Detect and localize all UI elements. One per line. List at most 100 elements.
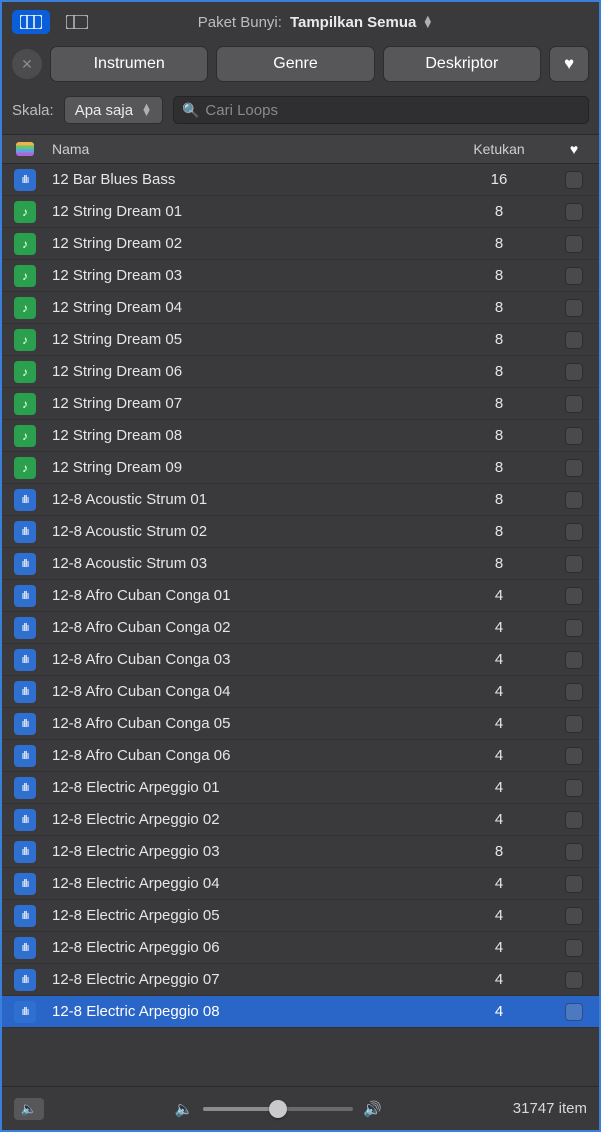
table-row[interactable]: ıllı12-8 Electric Arpeggio 044 xyxy=(2,868,599,900)
favorite-checkbox[interactable] xyxy=(565,1003,583,1021)
table-row[interactable]: ıllı12 Bar Blues Bass16 xyxy=(2,164,599,196)
table-row[interactable]: ıllı12-8 Afro Cuban Conga 044 xyxy=(2,676,599,708)
favorite-checkbox[interactable] xyxy=(565,907,583,925)
type-filter-header[interactable] xyxy=(2,142,48,156)
audio-loop-icon: ıllı xyxy=(14,841,36,863)
table-row[interactable]: ıllı12-8 Electric Arpeggio 074 xyxy=(2,964,599,996)
scale-select[interactable]: Apa saja ▲▼ xyxy=(64,96,163,124)
audio-loop-icon: ıllı xyxy=(14,521,36,543)
favorite-checkbox[interactable] xyxy=(565,427,583,445)
column-name-header[interactable]: Nama xyxy=(48,141,449,157)
column-beats-header[interactable]: Ketukan xyxy=(449,141,549,157)
row-favorite-cell xyxy=(549,363,599,381)
chevron-updown-icon: ▲▼ xyxy=(422,16,433,28)
table-row[interactable]: ıllı12-8 Afro Cuban Conga 064 xyxy=(2,740,599,772)
row-beats-cell: 4 xyxy=(449,651,549,668)
favorite-checkbox[interactable] xyxy=(565,523,583,541)
table-row[interactable]: ıllı12-8 Electric Arpeggio 084 xyxy=(2,996,599,1028)
favorite-checkbox[interactable] xyxy=(565,267,583,285)
favorite-checkbox[interactable] xyxy=(565,299,583,317)
row-favorite-cell xyxy=(549,203,599,221)
table-row[interactable]: ♪12 String Dream 098 xyxy=(2,452,599,484)
favorite-checkbox[interactable] xyxy=(565,395,583,413)
favorite-checkbox[interactable] xyxy=(565,171,583,189)
view-grid-button[interactable] xyxy=(58,10,96,34)
table-row[interactable]: ıllı12-8 Electric Arpeggio 024 xyxy=(2,804,599,836)
table-row[interactable]: ıllı12-8 Afro Cuban Conga 014 xyxy=(2,580,599,612)
midi-loop-icon: ♪ xyxy=(14,425,36,447)
table-row[interactable]: ıllı12-8 Afro Cuban Conga 054 xyxy=(2,708,599,740)
favorite-checkbox[interactable] xyxy=(565,491,583,509)
favorite-checkbox[interactable] xyxy=(565,235,583,253)
favorite-checkbox[interactable] xyxy=(565,779,583,797)
audio-loop-icon: ıllı xyxy=(14,553,36,575)
filter-favorites-button[interactable]: ♥ xyxy=(549,46,589,82)
table-row[interactable]: ♪12 String Dream 028 xyxy=(2,228,599,260)
audio-loop-icon: ıllı xyxy=(14,649,36,671)
clear-filters-button[interactable]: ✕ xyxy=(12,49,42,79)
row-favorite-cell xyxy=(549,619,599,637)
filter-instruments-button[interactable]: Instrumen xyxy=(50,46,208,82)
table-row[interactable]: ♪12 String Dream 038 xyxy=(2,260,599,292)
filter-descriptor-button[interactable]: Deskriptor xyxy=(383,46,541,82)
favorite-checkbox[interactable] xyxy=(565,331,583,349)
row-type-cell: ıllı xyxy=(2,521,48,543)
volume-slider-thumb[interactable] xyxy=(269,1100,287,1118)
row-favorite-cell xyxy=(549,235,599,253)
view-column-button[interactable] xyxy=(12,10,50,34)
table-row[interactable]: ıllı12-8 Afro Cuban Conga 024 xyxy=(2,612,599,644)
favorite-checkbox[interactable] xyxy=(565,203,583,221)
row-name-cell: 12-8 Afro Cuban Conga 03 xyxy=(48,651,449,668)
favorite-checkbox[interactable] xyxy=(565,875,583,893)
row-name-cell: 12 Bar Blues Bass xyxy=(48,171,449,188)
table-row[interactable]: ♪12 String Dream 058 xyxy=(2,324,599,356)
table-row[interactable]: ıllı12-8 Electric Arpeggio 064 xyxy=(2,932,599,964)
table-row[interactable]: ıllı12-8 Electric Arpeggio 014 xyxy=(2,772,599,804)
favorite-checkbox[interactable] xyxy=(565,619,583,637)
search-input[interactable] xyxy=(205,102,580,119)
table-row[interactable]: ♪12 String Dream 068 xyxy=(2,356,599,388)
row-favorite-cell xyxy=(549,587,599,605)
table-row[interactable]: ıllı12-8 Electric Arpeggio 038 xyxy=(2,836,599,868)
loop-type-stripes-icon xyxy=(16,142,34,156)
favorite-checkbox[interactable] xyxy=(565,651,583,669)
table-row[interactable]: ıllı12-8 Acoustic Strum 018 xyxy=(2,484,599,516)
favorite-checkbox[interactable] xyxy=(565,683,583,701)
item-count: 31747 item xyxy=(513,1100,587,1117)
row-beats-cell: 4 xyxy=(449,907,549,924)
row-beats-cell: 8 xyxy=(449,491,549,508)
row-name-cell: 12 String Dream 01 xyxy=(48,203,449,220)
search-box[interactable]: 🔍 xyxy=(173,96,589,124)
table-row[interactable]: ♪12 String Dream 078 xyxy=(2,388,599,420)
volume-slider[interactable] xyxy=(203,1107,353,1111)
row-favorite-cell xyxy=(549,267,599,285)
table-row[interactable]: ıllı12-8 Acoustic Strum 028 xyxy=(2,516,599,548)
table-row[interactable]: ıllı 12-8 Afro Cuban Conga 034 xyxy=(2,644,599,676)
table-row[interactable]: ♪12 String Dream 018 xyxy=(2,196,599,228)
favorite-checkbox[interactable] xyxy=(565,363,583,381)
row-beats-cell: 8 xyxy=(449,235,549,252)
table-row[interactable]: ♪12 String Dream 048 xyxy=(2,292,599,324)
favorite-checkbox[interactable] xyxy=(565,747,583,765)
favorite-checkbox[interactable] xyxy=(565,843,583,861)
row-beats-cell: 4 xyxy=(449,939,549,956)
row-type-cell: ıllı xyxy=(2,873,48,895)
row-favorite-cell xyxy=(549,843,599,861)
table-row[interactable]: ıllı12-8 Electric Arpeggio 054 xyxy=(2,900,599,932)
favorite-checkbox[interactable] xyxy=(565,459,583,477)
table-row[interactable]: ♪12 String Dream 088 xyxy=(2,420,599,452)
table-row[interactable]: ıllı12-8 Acoustic Strum 038 xyxy=(2,548,599,580)
row-type-cell: ıllı xyxy=(2,745,48,767)
sound-pack-selector[interactable]: Paket Bunyi: Tampilkan Semua ▲▼ xyxy=(104,14,527,31)
favorite-checkbox[interactable] xyxy=(565,587,583,605)
favorite-checkbox[interactable] xyxy=(565,555,583,573)
favorite-checkbox[interactable] xyxy=(565,939,583,957)
preview-button[interactable]: 🔈 xyxy=(14,1098,44,1120)
column-favorite-header[interactable]: ♥ xyxy=(549,141,599,157)
loop-table-body: ıllı12 Bar Blues Bass16♪12 String Dream … xyxy=(2,164,599,1028)
favorite-checkbox[interactable] xyxy=(565,811,583,829)
filter-genre-button[interactable]: Genre xyxy=(216,46,374,82)
favorite-checkbox[interactable] xyxy=(565,715,583,733)
favorite-checkbox[interactable] xyxy=(565,971,583,989)
midi-loop-icon: ♪ xyxy=(14,201,36,223)
